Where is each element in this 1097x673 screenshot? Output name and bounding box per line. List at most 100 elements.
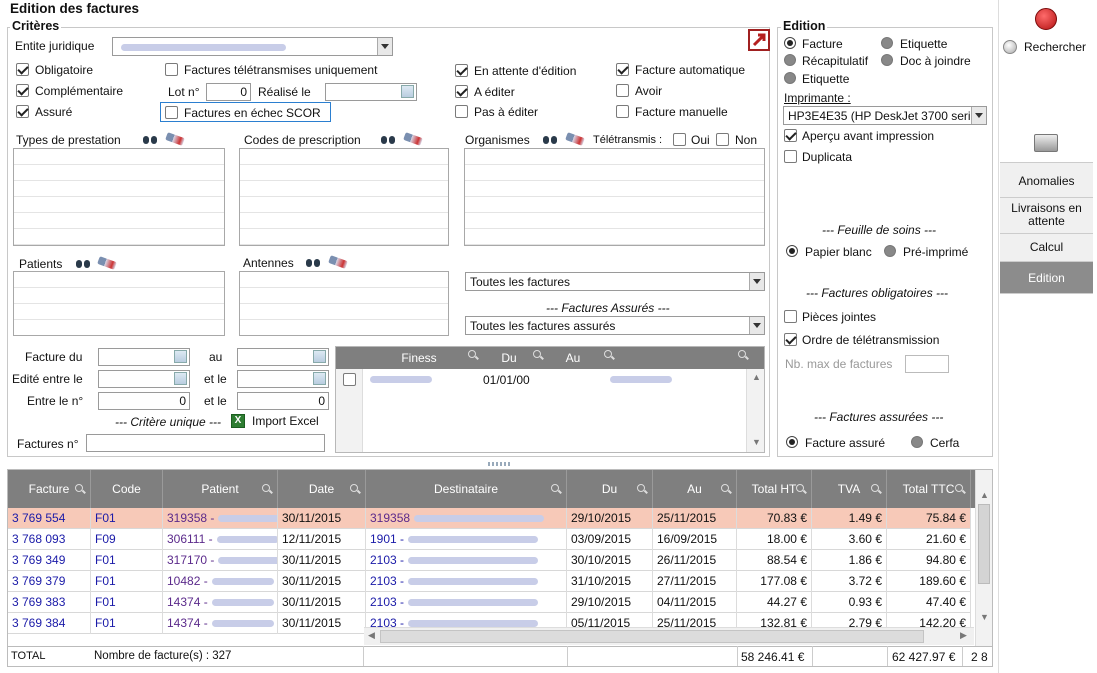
entite-select[interactable] [112, 37, 393, 56]
types-prestation-list[interactable] [13, 148, 225, 246]
nb-max-input[interactable] [905, 355, 949, 373]
chevron-left-icon[interactable]: ◀ [368, 630, 375, 641]
sidebar-item-anomalies[interactable]: Anomalies [1000, 162, 1093, 198]
patients-list[interactable] [13, 271, 225, 336]
chevron-right-icon[interactable]: ▶ [960, 630, 967, 641]
avoir-checkbox[interactable] [616, 84, 629, 97]
excel-icon[interactable]: X [231, 414, 245, 428]
search-icon[interactable] [721, 484, 729, 492]
grid-col-header-patient[interactable]: Patient [163, 470, 278, 508]
factures-assures-select[interactable]: Toutes les factures assurés [465, 316, 765, 335]
binoculars-icon[interactable] [381, 133, 397, 145]
facture-au-input[interactable] [237, 348, 329, 366]
oui-checkbox[interactable] [673, 133, 686, 146]
search-icon[interactable] [738, 350, 746, 358]
pas-editer-checkbox[interactable] [455, 105, 468, 118]
search-icon[interactable] [637, 484, 645, 492]
facture-du-input[interactable] [98, 348, 190, 366]
facture-assure-radio[interactable] [786, 436, 798, 448]
antennes-list[interactable] [239, 271, 449, 336]
grid-col-header-destinataire[interactable]: Destinataire [366, 470, 567, 508]
teletrans-checkbox[interactable] [165, 63, 178, 76]
au-col-header[interactable]: Au [548, 347, 598, 369]
ordre-teletrans-checkbox[interactable] [784, 333, 797, 346]
sidebar-item-calcul[interactable]: Calcul [1000, 234, 1093, 262]
search-icon[interactable] [871, 484, 879, 492]
search-icon[interactable] [604, 350, 612, 358]
facture-radio[interactable] [784, 37, 796, 49]
entre-from-input[interactable]: 0 [98, 392, 190, 410]
binoculars-icon[interactable] [543, 133, 559, 145]
etiquette2-radio[interactable] [784, 72, 796, 84]
etiquette-radio[interactable] [881, 37, 893, 49]
chevron-down-icon[interactable] [377, 38, 392, 55]
search-icon[interactable] [262, 484, 270, 492]
search-icon[interactable] [533, 350, 541, 358]
import-excel-button[interactable]: Import Excel [252, 414, 319, 428]
factures-no-input[interactable] [86, 434, 325, 452]
calendar-icon[interactable] [174, 350, 187, 363]
grid-scrollbar-vertical[interactable]: ▲ ▼ [975, 470, 992, 646]
complementaire-checkbox[interactable] [16, 84, 29, 97]
cerfa-radio[interactable] [911, 436, 923, 448]
scroll-thumb[interactable] [978, 504, 990, 584]
chevron-down-icon[interactable] [971, 107, 986, 124]
assure-checkbox[interactable] [16, 105, 29, 118]
a-editer-checkbox[interactable] [455, 85, 468, 98]
finess-scrollbar[interactable]: ▲ ▼ [746, 369, 764, 452]
grid-col-header-code[interactable]: Code [91, 470, 163, 508]
sidebar-item-livraisons[interactable]: Livraisons en attente [1000, 198, 1093, 234]
echec-scor-checkbox[interactable] [165, 106, 178, 119]
splitter-handle[interactable] [488, 462, 512, 466]
calendar-icon[interactable] [174, 372, 187, 385]
toutes-factures-select[interactable]: Toutes les factures [465, 272, 765, 291]
manuelle-checkbox[interactable] [616, 105, 629, 118]
recapitulatif-radio[interactable] [784, 54, 796, 66]
edite-to-input[interactable] [237, 370, 329, 388]
pre-imprime-radio[interactable] [884, 245, 896, 257]
table-row[interactable]: 3 769 349 F01 317170 - 30/11/2015 2103 - 30/1… [8, 550, 971, 571]
table-row[interactable]: 3 769 554 F01 319358 - 30/11/2015 319358 29/1… [8, 508, 971, 529]
non-checkbox[interactable] [716, 133, 729, 146]
chevron-down-icon[interactable]: ▼ [752, 437, 761, 447]
entre-to-input[interactable]: 0 [237, 392, 329, 410]
lot-input[interactable]: 0 [206, 83, 251, 101]
chevron-up-icon[interactable]: ▲ [980, 490, 989, 500]
search-icon[interactable] [350, 484, 358, 492]
organismes-list[interactable] [464, 148, 765, 246]
table-row[interactable]: 3 769 383 F01 14374 - 30/11/2015 2103 - 29/10… [8, 592, 971, 613]
sidebar-item-edition[interactable]: Edition [1000, 262, 1093, 294]
imprimante-select[interactable]: HP3E4E35 (HP DeskJet 3700 series) [783, 106, 987, 125]
realise-input[interactable] [325, 83, 417, 101]
grid-scrollbar-horizontal[interactable]: ◀ ▶ [364, 627, 974, 645]
apercu-checkbox[interactable] [784, 129, 797, 142]
papier-blanc-radio[interactable] [786, 245, 798, 257]
chevron-down-icon[interactable]: ▼ [980, 612, 989, 622]
codes-prescription-list[interactable] [239, 148, 449, 246]
rechercher-button[interactable]: Rechercher [1024, 40, 1086, 54]
binoculars-icon[interactable] [76, 257, 92, 269]
binoculars-icon[interactable] [306, 256, 322, 268]
chevron-down-icon[interactable] [749, 273, 764, 290]
calendar-icon[interactable] [313, 372, 326, 385]
binoculars-icon[interactable] [143, 133, 159, 145]
search-icon[interactable] [75, 484, 83, 492]
search-icon[interactable] [551, 484, 559, 492]
finess-row-checkbox[interactable] [343, 373, 356, 386]
table-row[interactable]: 3 769 379 F01 10482 - 30/11/2015 2103 - 31/10… [8, 571, 971, 592]
attente-checkbox[interactable] [455, 64, 468, 77]
duplicata-checkbox[interactable] [784, 150, 797, 163]
pieces-jointes-checkbox[interactable] [784, 310, 797, 323]
finess-col-header[interactable]: Finess [364, 347, 474, 369]
edite-from-input[interactable] [98, 370, 190, 388]
chevron-up-icon[interactable]: ▲ [752, 372, 761, 382]
printer-icon[interactable] [1034, 134, 1058, 152]
search-icon[interactable] [468, 350, 476, 358]
export-icon[interactable] [748, 29, 770, 51]
calendar-icon[interactable] [313, 350, 326, 363]
rechercher-icon[interactable] [1003, 40, 1017, 54]
calendar-icon[interactable] [401, 85, 414, 98]
doc-joindre-radio[interactable] [881, 54, 893, 66]
stop-icon[interactable] [1035, 8, 1057, 30]
obligatoire-checkbox[interactable] [16, 63, 29, 76]
